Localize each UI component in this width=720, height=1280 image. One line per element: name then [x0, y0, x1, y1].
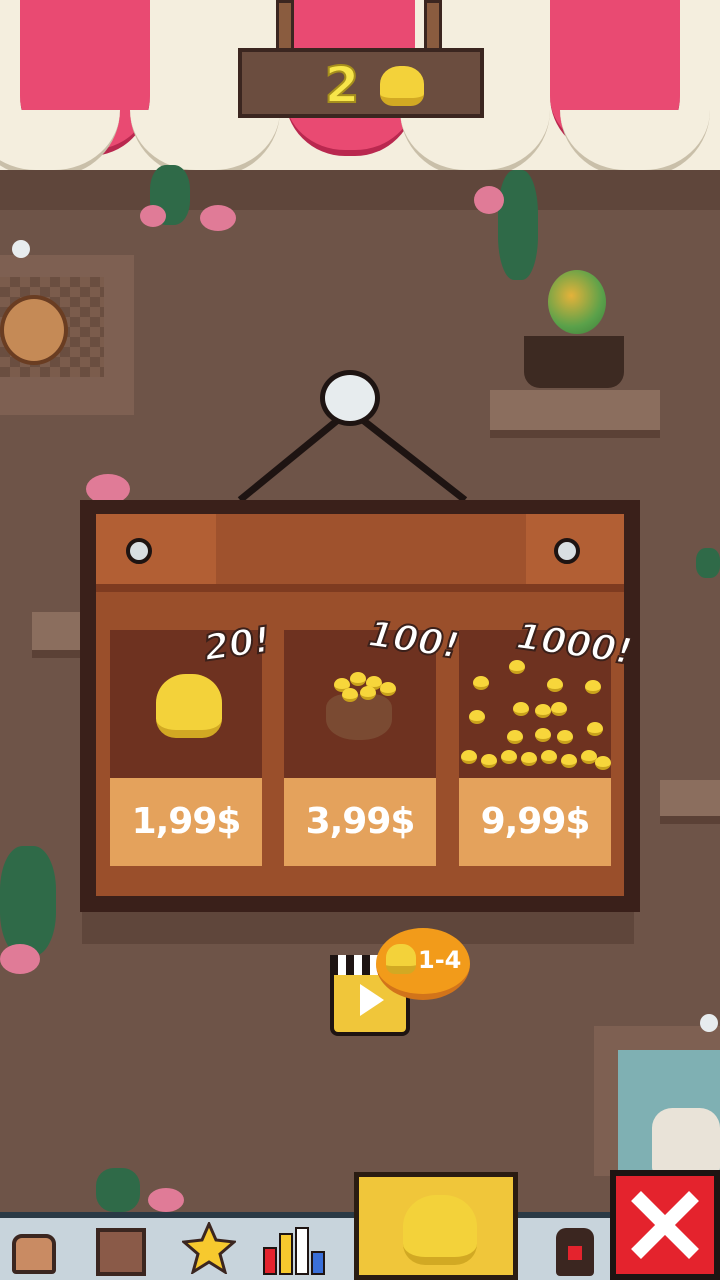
chick-coin-icon [380, 66, 424, 106]
nail-icon [12, 240, 30, 258]
price-button[interactable]: 1,99$ [110, 778, 262, 866]
offer-card-20[interactable]: 1,99$ [110, 630, 262, 866]
ad-reward-badge[interactable]: 1-4 [376, 928, 470, 1000]
cat-icon [652, 1108, 720, 1174]
price-button[interactable]: 9,99$ [459, 778, 611, 866]
flower-icon [148, 1188, 184, 1212]
sign-rope [276, 0, 294, 52]
character-icon[interactable] [556, 1228, 594, 1276]
flower-icon [0, 944, 40, 974]
coin-icon [403, 1195, 477, 1265]
star-icon[interactable] [182, 1222, 236, 1274]
close-button[interactable] [610, 1170, 720, 1280]
offer-amount: 20! [200, 619, 274, 671]
vine-icon [696, 548, 720, 578]
coin-count: 2 [324, 55, 361, 115]
coin-counter: 2 [238, 48, 484, 118]
board-panel: 1,99$ 20! 3,99$ 100! 9,99$ 1000! [96, 514, 636, 896]
awning-shadow [0, 170, 720, 210]
wall-picture-frame [0, 255, 134, 415]
flower-icon [140, 205, 166, 227]
plant-icon [548, 270, 606, 334]
awning-scallop [0, 110, 120, 176]
play-icon [360, 984, 384, 1016]
awning-scallop [130, 110, 280, 176]
price-button[interactable]: 3,99$ [284, 778, 436, 866]
ad-reward-label: 1-4 [418, 946, 462, 974]
vine-icon [96, 1168, 140, 1212]
offer-card-100[interactable]: 3,99$ [284, 630, 436, 866]
chick-coin-icon [386, 944, 416, 974]
wardrobe-icon[interactable] [96, 1228, 146, 1276]
character-badge [568, 1246, 582, 1260]
board-header [96, 514, 624, 592]
board-header-center [216, 514, 526, 584]
sign-rope [424, 0, 442, 52]
flower-pot [524, 336, 624, 388]
board-hook [320, 370, 380, 426]
awning-scallop [400, 110, 550, 176]
bar-chart-icon[interactable] [262, 1226, 328, 1276]
awning-scallop [560, 110, 710, 176]
chick-coin-icon [156, 674, 222, 738]
flower-icon [200, 205, 236, 231]
shop-board: 1,99$ 20! 3,99$ 100! 9,99$ 1000! [80, 500, 640, 912]
nail-icon [700, 1014, 718, 1032]
nail-icon [126, 538, 152, 564]
vine-icon [498, 170, 538, 280]
wall-picture-frame [594, 1026, 720, 1176]
flower-icon [474, 186, 504, 214]
cookie-icon [0, 295, 68, 365]
shop-tab[interactable] [354, 1172, 518, 1280]
wall-shelf [660, 780, 720, 824]
coin-bag-icon [326, 694, 392, 740]
wall-shelf [490, 390, 660, 438]
vine-icon [0, 846, 56, 956]
coin-fountain-icon [461, 660, 611, 770]
backpack-icon[interactable] [12, 1234, 56, 1274]
nail-icon [554, 538, 580, 564]
